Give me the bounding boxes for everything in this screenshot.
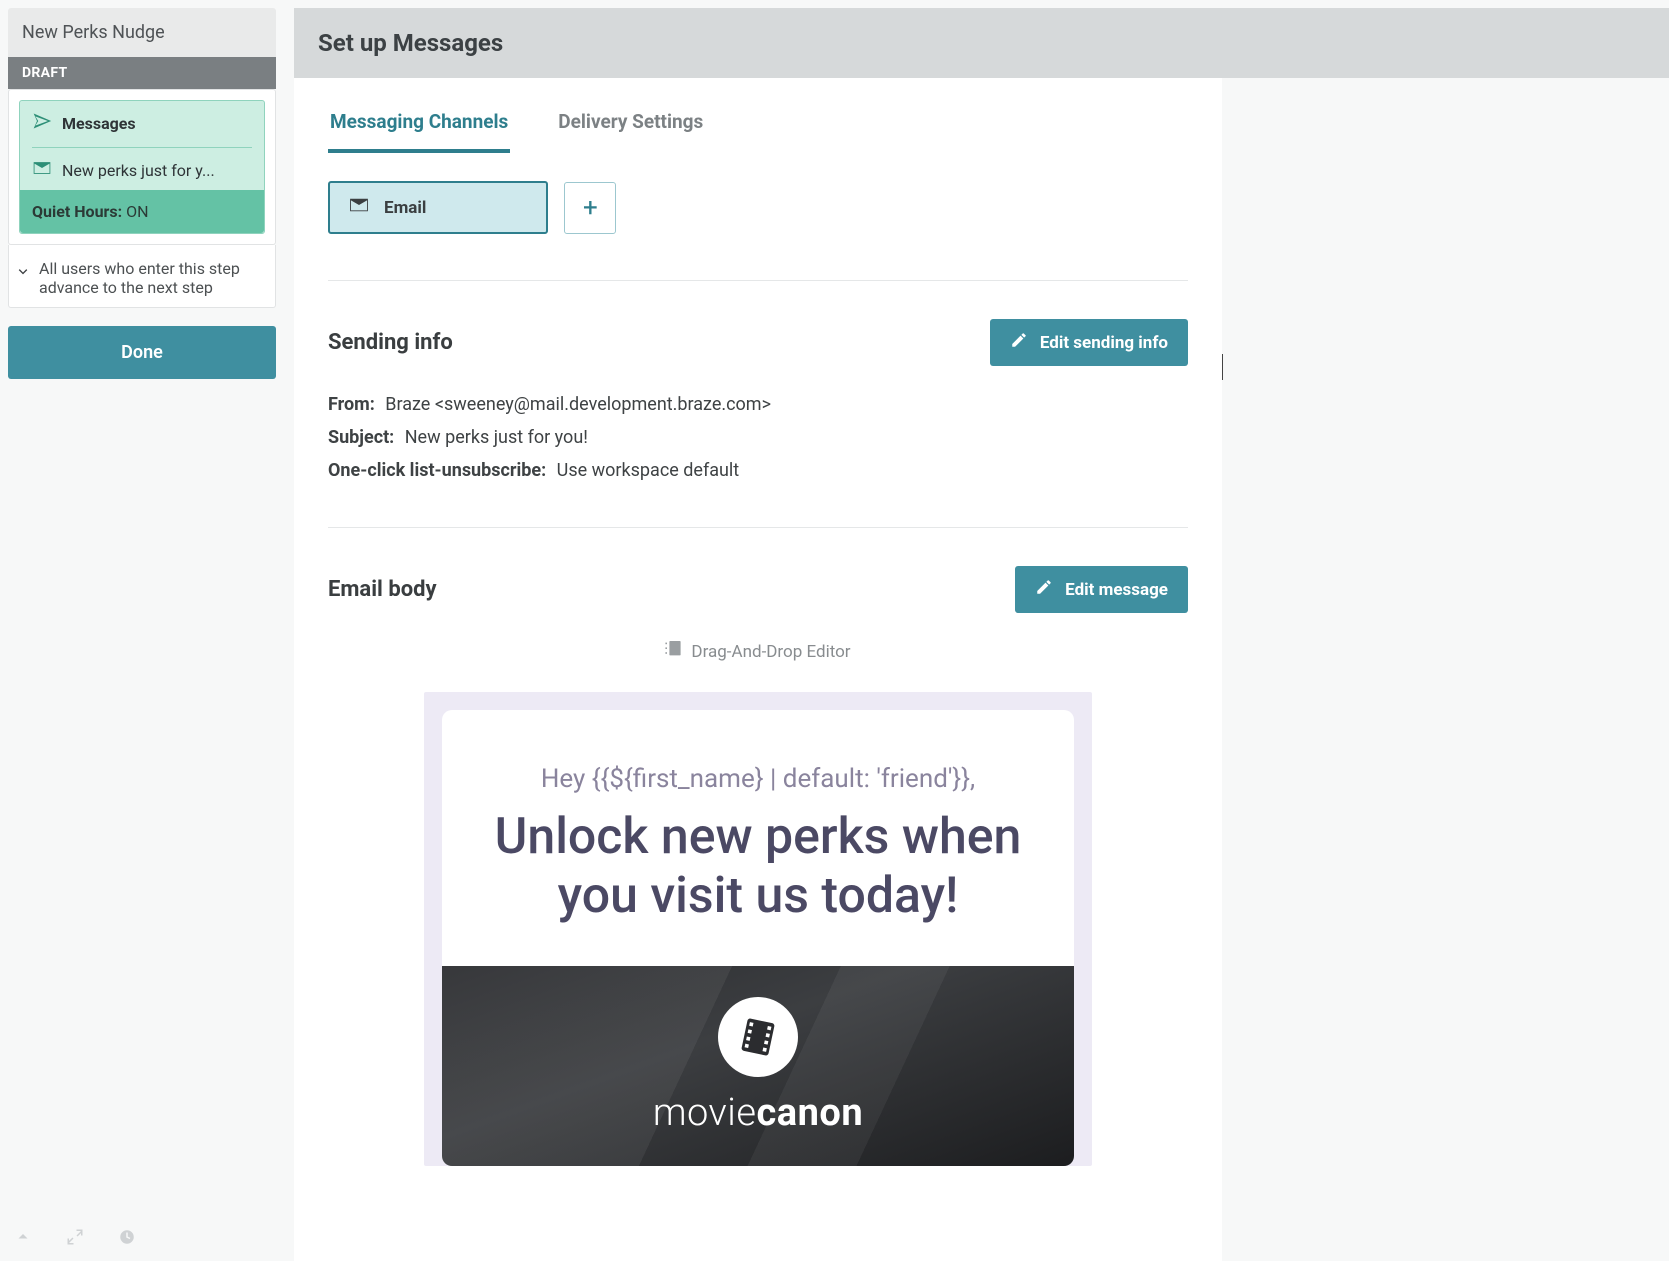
done-button[interactable]: Done: [8, 326, 276, 379]
email-preview[interactable]: Hey {{${first_name} | default: 'friend'}…: [424, 692, 1092, 1166]
subject-row: Subject: New perks just for you!: [328, 427, 1188, 448]
email-hero: moviecanon: [442, 966, 1074, 1166]
editor-type-label: Drag-And-Drop Editor: [328, 641, 1188, 662]
from-row: From: Braze <sweeney@mail.development.br…: [328, 394, 1188, 415]
plus-icon: +: [583, 193, 598, 223]
messages-box[interactable]: Messages New perks just for y... Quiet H…: [19, 100, 265, 234]
main-panel: Messaging Channels Delivery Settings Ema…: [294, 78, 1222, 1261]
page-title: Set up Messages: [318, 29, 503, 57]
drag-handle-icon: [665, 641, 685, 662]
message-item[interactable]: New perks just for y...: [32, 148, 252, 190]
bottom-toolbar: [0, 1217, 136, 1261]
text-cursor: [1222, 354, 1223, 380]
hero-texture: [442, 966, 1074, 1166]
unsubscribe-row: One-click list-unsubscribe: Use workspac…: [328, 460, 1188, 481]
clock-icon[interactable]: [118, 1228, 136, 1250]
envelope-icon: [32, 160, 52, 180]
quiet-hours-state: ON: [126, 202, 148, 221]
editor-type-text: Drag-And-Drop Editor: [691, 642, 850, 662]
tab-delivery-settings[interactable]: Delivery Settings: [556, 104, 705, 153]
subject-label: Subject:: [328, 427, 394, 448]
edit-sending-info-label: Edit sending info: [1040, 333, 1168, 353]
unsubscribe-value: Use workspace default: [557, 460, 740, 481]
divider: [328, 527, 1188, 528]
sending-info-header: Sending info Edit sending info: [328, 319, 1188, 366]
advance-text: All users who enter this step advance to…: [39, 259, 269, 297]
email-body-title: Email body: [328, 577, 437, 602]
from-label: From:: [328, 394, 375, 415]
paper-plane-icon: [32, 111, 52, 135]
edit-icon: [1010, 331, 1028, 354]
email-card: Hey {{${first_name} | default: 'friend'}…: [442, 710, 1074, 1166]
messages-card: Messages New perks just for y... Quiet H…: [8, 89, 276, 245]
edit-message-button[interactable]: Edit message: [1015, 566, 1188, 613]
email-body-header: Email body Edit message: [328, 566, 1188, 613]
edit-icon: [1035, 578, 1053, 601]
add-channel-button[interactable]: +: [564, 182, 616, 234]
sidebar: New Perks Nudge DRAFT Messages New perks…: [8, 8, 276, 379]
channel-email-label: Email: [384, 198, 426, 218]
email-headline: Unlock new perks when you visit us today…: [442, 802, 1074, 966]
envelope-icon: [348, 197, 370, 218]
tab-messaging-channels[interactable]: Messaging Channels: [328, 104, 510, 153]
channel-row: Email +: [328, 181, 1188, 234]
edit-message-label: Edit message: [1065, 580, 1168, 600]
from-value: Braze <sweeney@mail.development.braze.co…: [385, 394, 771, 415]
messages-label: Messages: [62, 114, 136, 133]
subject-value: New perks just for you!: [405, 427, 588, 448]
arrow-down-icon: [15, 261, 31, 277]
advance-note: All users who enter this step advance to…: [8, 245, 276, 308]
canvas-step-title: New Perks Nudge: [8, 8, 276, 57]
tab-bar: Messaging Channels Delivery Settings: [328, 104, 1188, 153]
unsubscribe-label: One-click list-unsubscribe:: [328, 460, 546, 481]
sending-info-title: Sending info: [328, 330, 453, 355]
email-greeting: Hey {{${first_name} | default: 'friend'}…: [442, 710, 1074, 802]
page-header: Set up Messages: [294, 8, 1669, 78]
status-badge: DRAFT: [8, 57, 276, 89]
quiet-hours-label: Quiet Hours:: [32, 202, 122, 221]
messages-header[interactable]: Messages: [32, 111, 252, 148]
expand-icon[interactable]: [66, 1228, 84, 1250]
chevron-up-icon[interactable]: [14, 1228, 32, 1250]
channel-email-chip[interactable]: Email: [328, 181, 548, 234]
edit-sending-info-button[interactable]: Edit sending info: [990, 319, 1188, 366]
message-subject-short: New perks just for y...: [62, 161, 215, 180]
quiet-hours-row[interactable]: Quiet Hours: ON: [20, 190, 264, 233]
divider: [328, 280, 1188, 281]
